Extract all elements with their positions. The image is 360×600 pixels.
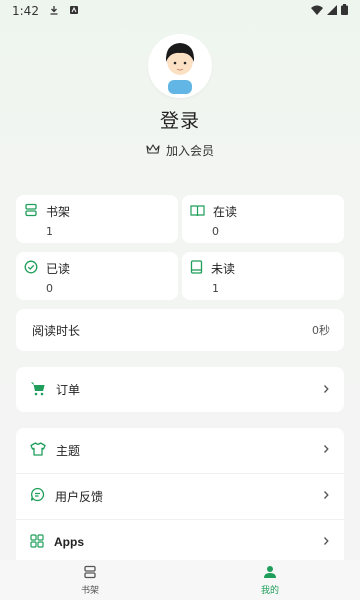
settings-menu-card: 主题 用户反馈 Apps bbox=[16, 428, 344, 568]
status-time: 1:42 bbox=[12, 4, 39, 18]
stat-card-read[interactable]: 已读 0 bbox=[16, 252, 178, 300]
feedback-icon bbox=[30, 487, 45, 505]
nav-tab-mine[interactable]: 我的 bbox=[180, 560, 360, 600]
bottom-navigation: 书架 我的 bbox=[0, 560, 360, 600]
reading-time-label: 阅读时长 bbox=[32, 323, 81, 338]
chevron-right-icon bbox=[322, 443, 330, 457]
cart-icon bbox=[30, 381, 46, 399]
crown-icon bbox=[146, 143, 160, 158]
stat-label: 在读 bbox=[213, 205, 238, 219]
stat-value: 1 bbox=[46, 225, 53, 238]
avatar-illustration bbox=[148, 34, 212, 98]
stat-label: 书架 bbox=[46, 205, 71, 219]
reading-time-value: 0秒 bbox=[312, 324, 330, 337]
stat-value: 0 bbox=[46, 282, 53, 295]
closed-book-icon bbox=[190, 260, 203, 277]
menu-item-apps[interactable]: Apps bbox=[16, 520, 344, 564]
stat-card-reading[interactable]: 在读 0 bbox=[182, 195, 344, 243]
avatar[interactable] bbox=[148, 34, 212, 98]
stat-card-unread[interactable]: 未读 1 bbox=[182, 252, 344, 300]
chevron-right-icon bbox=[322, 383, 330, 397]
bookshelf-icon bbox=[83, 565, 97, 582]
stat-card-bookshelf[interactable]: 书架 1 bbox=[16, 195, 178, 243]
stat-value: 0 bbox=[212, 225, 219, 238]
orders-row[interactable]: 订单 bbox=[16, 367, 344, 412]
orders-label: 订单 bbox=[56, 383, 81, 397]
stat-label: 已读 bbox=[46, 262, 71, 276]
orders-card[interactable]: 订单 bbox=[16, 367, 344, 412]
menu-item-label: 主题 bbox=[56, 443, 81, 458]
battery-icon bbox=[341, 4, 348, 18]
check-circle-icon bbox=[24, 260, 38, 277]
chevron-right-icon bbox=[322, 489, 330, 503]
bookshelf-icon bbox=[24, 203, 38, 220]
chevron-right-icon bbox=[322, 535, 330, 549]
reading-time-card[interactable]: 阅读时长 0秒 bbox=[16, 309, 344, 351]
nav-tab-label: 我的 bbox=[260, 585, 279, 596]
menu-item-label: Apps bbox=[54, 535, 84, 549]
signal-icon bbox=[327, 4, 337, 18]
login-label[interactable]: 登录 bbox=[0, 106, 360, 133]
join-member-button[interactable]: 加入会员 bbox=[0, 142, 360, 159]
apps-grid-icon bbox=[30, 533, 44, 551]
status-bar: 1:42 bbox=[0, 0, 360, 22]
join-member-label: 加入会员 bbox=[165, 144, 214, 158]
menu-item-label: 用户反馈 bbox=[55, 489, 104, 504]
nav-tab-label: 书架 bbox=[80, 585, 99, 596]
nav-tab-bookshelf[interactable]: 书架 bbox=[0, 560, 180, 600]
menu-item-theme[interactable]: 主题 bbox=[16, 428, 344, 472]
open-book-icon bbox=[190, 204, 205, 220]
stat-label: 未读 bbox=[211, 262, 236, 276]
wifi-icon bbox=[311, 4, 323, 18]
notification-icon bbox=[69, 4, 79, 18]
tshirt-icon bbox=[30, 441, 46, 459]
person-icon bbox=[263, 565, 277, 582]
download-icon bbox=[49, 4, 59, 18]
menu-item-feedback[interactable]: 用户反馈 bbox=[16, 474, 344, 518]
stat-value: 1 bbox=[212, 282, 219, 295]
